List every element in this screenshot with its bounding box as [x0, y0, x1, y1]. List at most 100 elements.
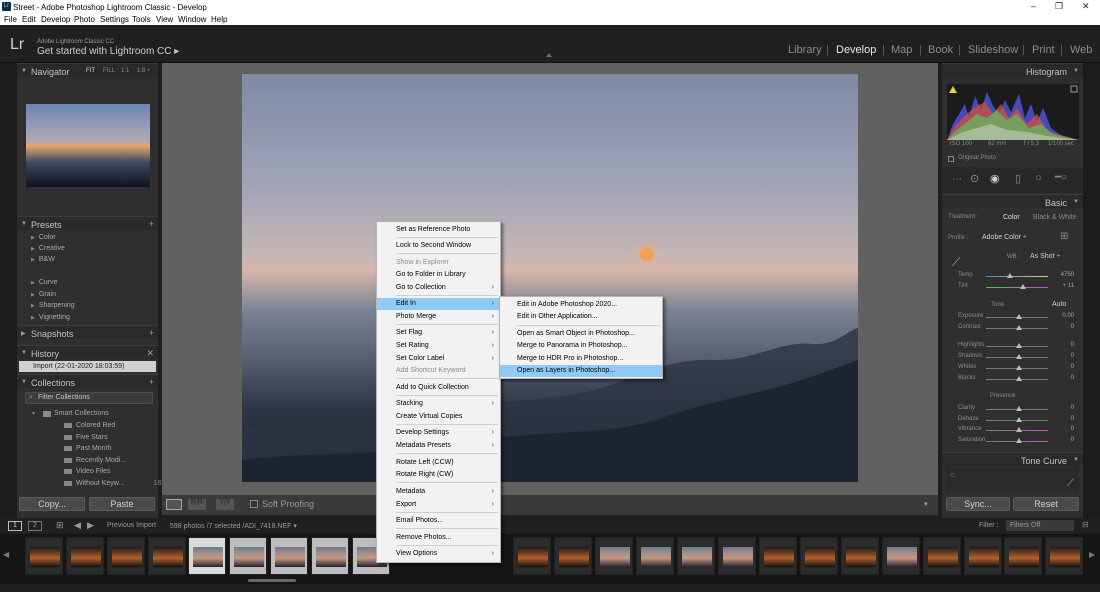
before-after-icon[interactable]: R|R	[188, 499, 206, 510]
filmstrip-thumb[interactable]	[595, 537, 633, 575]
soft-proofing-checkbox[interactable]	[250, 500, 258, 508]
filmstrip-thumb[interactable]	[718, 537, 756, 575]
menu-settings[interactable]: Settings	[100, 15, 129, 24]
menu-develop-settings[interactable]: Develop Settings ›	[377, 427, 500, 439]
module-web[interactable]: Web	[1070, 44, 1092, 56]
graduated-filter-icon[interactable]: ▯	[1015, 172, 1021, 185]
add-snapshot-icon[interactable]: +	[149, 328, 154, 338]
filmstrip-thumb[interactable]	[964, 537, 1002, 575]
menu-remove-photos[interactable]: Remove Photos...	[377, 532, 500, 544]
menu-tools[interactable]: Tools	[132, 15, 151, 24]
submenu-merge-panorama[interactable]: Merge to Panorama in Photoshop...	[500, 340, 662, 352]
grid-icon[interactable]: ⊞	[56, 520, 64, 531]
menu-photo-merge[interactable]: Photo Merge ›	[377, 311, 500, 323]
menu-set-rating[interactable]: Set Rating ›	[377, 340, 500, 352]
copy-settings-button[interactable]: Copy...	[19, 497, 85, 511]
menu-edit-in[interactable]: Edit In ›	[377, 298, 500, 310]
filmstrip-thumb[interactable]	[677, 537, 715, 575]
menu-export[interactable]: Export ›	[377, 499, 500, 511]
identity-main[interactable]: Get started with Lightroom CC ▸	[37, 46, 179, 57]
basic-header[interactable]: Basic ▼	[942, 194, 1083, 208]
filmstrip-right-icon[interactable]: ▶	[1089, 550, 1095, 559]
preset-group-vignetting[interactable]: ▶ Vignetting	[31, 314, 70, 321]
filter-lock-icon[interactable]: ⊟	[1082, 520, 1089, 529]
menu-go-to-collection[interactable]: Go to Collection ›	[377, 282, 500, 294]
right-panel-edge[interactable]	[1083, 63, 1100, 518]
nav-mode-1to1[interactable]: 1:1	[121, 68, 129, 74]
filmstrip-thumb-selected[interactable]	[188, 537, 226, 575]
second-window-button[interactable]: 2	[28, 521, 42, 531]
menu-metadata-presets[interactable]: Metadata Presets ›	[377, 440, 500, 452]
auto-tone-button[interactable]: Auto	[1052, 301, 1066, 308]
filmstrip-thumb[interactable]	[513, 537, 551, 575]
module-print[interactable]: Print	[1032, 44, 1055, 56]
filmstrip-thumb-selected[interactable]	[270, 537, 308, 575]
filmstrip-scrollbar[interactable]	[248, 579, 296, 582]
module-library[interactable]: Library	[788, 44, 822, 56]
navigator-preview[interactable]	[26, 104, 150, 187]
filter-collections-input[interactable]: ⌕ Filter Collections	[25, 392, 153, 404]
original-photo-checkbox[interactable]	[948, 156, 954, 162]
module-develop[interactable]: Develop	[836, 44, 876, 56]
reset-button[interactable]: Reset	[1013, 497, 1079, 511]
highlights-slider[interactable]: Highlights 0	[958, 342, 1074, 348]
white-balance-picker-icon[interactable]: ⟋	[952, 255, 960, 270]
collections-header[interactable]: ▼ Collections +	[17, 374, 158, 388]
filmstrip-thumb[interactable]	[1004, 537, 1042, 575]
collection-item[interactable]: Colored Red0	[64, 422, 169, 429]
close-icon[interactable]: ✕	[1082, 1, 1090, 12]
filmstrip-thumb-selected[interactable]	[229, 537, 267, 575]
adjustment-brush-icon[interactable]: ━○	[1055, 172, 1067, 183]
submenu-open-as-layers[interactable]: Open as Layers in Photoshop...	[500, 365, 662, 377]
menu-rotate-right[interactable]: Rotate Right (CW)	[377, 469, 500, 481]
crop-tool-icon[interactable]: ⋯	[952, 174, 962, 185]
history-header[interactable]: ▼ History ✕	[17, 345, 158, 359]
menu-edit[interactable]: Edit	[22, 15, 36, 24]
collection-item[interactable]: Five Stars0	[64, 434, 169, 441]
blacks-slider[interactable]: Blacks 0	[958, 375, 1074, 381]
menu-metadata[interactable]: Metadata ›	[377, 486, 500, 498]
preset-group-creative[interactable]: ▶ Creative	[31, 245, 65, 252]
preset-group-bw[interactable]: ▶ B&W	[31, 256, 55, 263]
paste-settings-button[interactable]: Paste	[89, 497, 155, 511]
module-map[interactable]: Map	[891, 44, 912, 56]
target-adjust-icon[interactable]: ○	[950, 470, 955, 479]
nav-mode-fill[interactable]: FILL	[103, 68, 115, 74]
menu-set-reference-photo[interactable]: Set as Reference Photo	[377, 224, 500, 236]
menu-set-flag[interactable]: Set Flag ›	[377, 327, 500, 339]
history-step[interactable]: Import (22-01-2020 18:03:59)	[19, 361, 156, 372]
clear-history-icon[interactable]: ✕	[146, 348, 154, 359]
filmstrip-thumb[interactable]	[841, 537, 879, 575]
contrast-slider[interactable]: Contrast 0	[958, 324, 1074, 330]
tone-curve-graph[interactable]: ○ ⟋	[946, 468, 1078, 492]
filmstrip-thumb[interactable]	[1045, 537, 1083, 575]
submenu-merge-hdr[interactable]: Merge to HDR Pro in Photoshop...	[500, 353, 662, 365]
menu-photo[interactable]: Photo	[74, 15, 95, 24]
whites-slider[interactable]: Whites 0	[958, 364, 1074, 370]
nav-mode-zoom[interactable]: 1:8 ÷	[137, 68, 150, 74]
module-slideshow[interactable]: Slideshow	[968, 44, 1018, 56]
clarity-slider[interactable]: Clarity 0	[958, 405, 1074, 411]
filmstrip-thumb[interactable]	[800, 537, 838, 575]
shadows-slider[interactable]: Shadows 0	[958, 353, 1074, 359]
menu-email-photos[interactable]: Email Photos...	[377, 515, 500, 527]
maximize-icon[interactable]: ❐	[1055, 1, 1063, 12]
left-panel-edge[interactable]	[0, 63, 17, 518]
before-after-swap-icon[interactable]: Y|Y	[216, 499, 234, 510]
spot-removal-icon[interactable]: ⊙	[970, 172, 979, 185]
menu-window[interactable]: Window	[178, 15, 206, 24]
wb-dropdown[interactable]: As Shot ÷	[1030, 253, 1060, 260]
presets-header[interactable]: ▼ Presets +	[17, 216, 158, 230]
treatment-color[interactable]: Color	[1003, 214, 1020, 221]
filmstrip-info[interactable]: 598 photos /7 selected /ADI_7418.NEF ▾	[170, 522, 297, 530]
tint-slider[interactable]: Tint + 11	[958, 283, 1074, 289]
filmstrip-thumb[interactable]	[25, 537, 63, 575]
menu-lock-second-window[interactable]: Lock to Second Window	[377, 240, 500, 252]
menu-view-options[interactable]: View Options ›	[377, 548, 500, 560]
tone-curve-header[interactable]: Tone Curve ▼	[942, 452, 1083, 466]
filter-dropdown[interactable]: Filters Off	[1006, 520, 1074, 531]
temp-slider[interactable]: Temp 4750	[958, 272, 1074, 278]
collection-item[interactable]: Recently Modi...0	[64, 457, 169, 464]
profile-dropdown[interactable]: Adobe Color ÷	[982, 234, 1027, 241]
collection-item[interactable]: Past Month0	[64, 445, 169, 452]
